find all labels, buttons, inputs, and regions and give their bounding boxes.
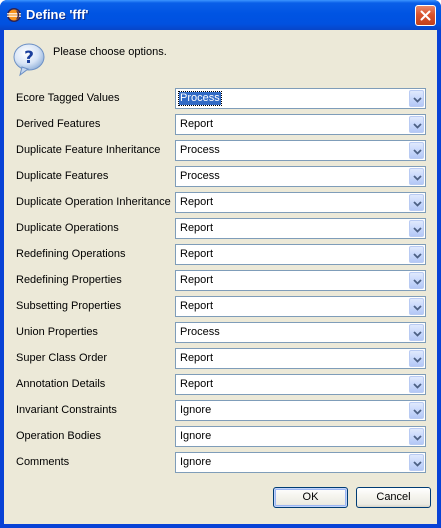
dropdown-value: Report	[180, 118, 214, 130]
chevron-down-icon	[413, 149, 422, 155]
option-label: Redefining Properties	[16, 274, 122, 286]
chevron-down-icon	[413, 435, 422, 441]
chevron-down-icon	[413, 279, 422, 285]
dropdown-button[interactable]	[409, 298, 424, 315]
dropdown-value: Ignore	[180, 430, 212, 442]
dropdown-button[interactable]	[409, 376, 424, 393]
option-dropdown[interactable]: Process	[175, 166, 426, 187]
chevron-down-icon	[413, 383, 422, 389]
dropdown-button[interactable]	[409, 350, 424, 367]
dropdown-button[interactable]	[409, 194, 424, 211]
dropdown-value: Report	[180, 196, 214, 208]
dropdown-button[interactable]	[409, 454, 424, 471]
option-label: Invariant Constraints	[16, 404, 117, 416]
title-bar[interactable]: Define 'fff'	[0, 0, 441, 30]
dropdown-value: Ignore	[180, 456, 212, 468]
option-dropdown[interactable]: Report	[175, 296, 426, 317]
close-button[interactable]	[415, 5, 436, 26]
option-label: Duplicate Operation Inheritance	[16, 196, 171, 208]
option-label: Ecore Tagged Values	[16, 92, 120, 104]
chevron-down-icon	[413, 201, 422, 207]
close-icon	[420, 10, 431, 21]
option-label: Duplicate Feature Inheritance	[16, 144, 161, 156]
chevron-down-icon	[413, 409, 422, 415]
option-dropdown[interactable]: Report	[175, 270, 426, 291]
chevron-down-icon	[413, 357, 422, 363]
option-dropdown[interactable]: Process	[175, 322, 426, 343]
dropdown-button[interactable]	[409, 402, 424, 419]
question-icon: ?	[12, 42, 46, 78]
dropdown-value: Ignore	[180, 404, 212, 416]
cancel-button[interactable]: Cancel	[356, 487, 431, 508]
chevron-down-icon	[413, 331, 422, 337]
option-label: Annotation Details	[16, 378, 106, 390]
dropdown-value: Report	[180, 222, 214, 234]
option-label: Comments	[16, 456, 70, 468]
option-label: Derived Features	[16, 118, 101, 130]
option-label: Duplicate Features	[16, 170, 109, 182]
dropdown-button[interactable]	[409, 220, 424, 237]
chevron-down-icon	[413, 97, 422, 103]
chevron-down-icon	[413, 461, 422, 467]
dropdown-button[interactable]	[409, 246, 424, 263]
option-label: Super Class Order	[16, 352, 108, 364]
option-dropdown[interactable]: Report	[175, 218, 426, 239]
dropdown-button[interactable]	[409, 142, 424, 159]
chevron-down-icon	[413, 123, 422, 129]
dropdown-button[interactable]	[409, 90, 424, 107]
ok-button[interactable]: OK	[273, 487, 348, 508]
dropdown-value: Process	[180, 170, 220, 182]
dropdown-button[interactable]	[409, 428, 424, 445]
dropdown-button[interactable]	[409, 324, 424, 341]
dropdown-value: Report	[180, 248, 214, 260]
option-dropdown[interactable]: Ignore	[175, 452, 426, 473]
dialog-message: Please choose options.	[53, 46, 167, 58]
svg-text:?: ?	[24, 48, 34, 68]
window-title: Define 'fff'	[26, 7, 89, 22]
option-label: Duplicate Operations	[16, 222, 119, 234]
option-dropdown[interactable]: Report	[175, 114, 426, 135]
dropdown-value: Process	[180, 326, 220, 338]
chevron-down-icon	[413, 305, 422, 311]
dropdown-button[interactable]	[409, 272, 424, 289]
dialog-body: ? Please choose options. Ecore Tagged Va…	[4, 30, 437, 524]
option-label: Union Properties	[16, 326, 98, 338]
dropdown-value: Process	[180, 144, 220, 156]
chevron-down-icon	[413, 227, 422, 233]
dropdown-button[interactable]	[409, 168, 424, 185]
dropdown-value: Report	[180, 300, 214, 312]
option-label: Operation Bodies	[16, 430, 101, 442]
eclipse-icon	[6, 7, 22, 23]
dropdown-value: Process	[178, 91, 222, 106]
option-dropdown[interactable]: Process	[175, 140, 426, 161]
dropdown-button[interactable]	[409, 116, 424, 133]
option-dropdown[interactable]: Report	[175, 192, 426, 213]
option-dropdown[interactable]: Ignore	[175, 426, 426, 447]
option-label: Subsetting Properties	[16, 300, 122, 312]
chevron-down-icon	[413, 175, 422, 181]
dropdown-value: Report	[180, 352, 214, 364]
option-dropdown[interactable]: Process	[175, 88, 426, 109]
chevron-down-icon	[413, 253, 422, 259]
option-dropdown[interactable]: Report	[175, 244, 426, 265]
option-dropdown[interactable]: Report	[175, 348, 426, 369]
dropdown-value: Report	[180, 274, 214, 286]
option-dropdown[interactable]: Ignore	[175, 400, 426, 421]
option-dropdown[interactable]: Report	[175, 374, 426, 395]
option-label: Redefining Operations	[16, 248, 126, 260]
dialog-window: Define 'fff' ? Please choose options. Ec…	[0, 0, 441, 528]
dropdown-value: Report	[180, 378, 214, 390]
